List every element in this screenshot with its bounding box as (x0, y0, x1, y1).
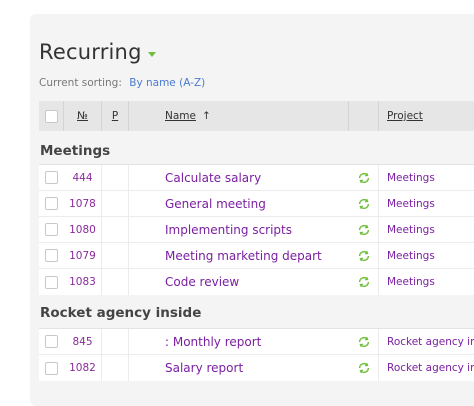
recurring-icon (358, 198, 369, 209)
group-rocket-agency-inside: 845 : Monthly report Rocket agency insid… (39, 328, 474, 381)
row-icon-cell (349, 242, 379, 269)
row-checkbox[interactable] (45, 197, 58, 210)
row-priority (102, 216, 129, 243)
header-name[interactable]: Name ↑ (129, 101, 349, 131)
recurring-icon (358, 336, 369, 347)
row-icon-cell (349, 190, 379, 217)
row-number[interactable]: 1078 (64, 190, 102, 217)
row-name[interactable]: Code review (129, 269, 349, 295)
row-checkbox[interactable] (45, 171, 58, 184)
row-checkbox-cell (39, 217, 64, 243)
row-number[interactable]: 1083 (64, 269, 102, 295)
row-checkbox[interactable] (45, 249, 58, 262)
row-name[interactable]: General meeting (129, 191, 349, 217)
page: Recurring Current sorting: By name (A-Z)… (0, 0, 474, 406)
title-row[interactable]: Recurring (39, 40, 156, 64)
row-number[interactable]: 1079 (64, 242, 102, 269)
current-sorting: Current sorting: By name (A-Z) (39, 77, 205, 89)
row-checkbox[interactable] (45, 223, 58, 236)
row-icon-cell (349, 355, 379, 381)
header-project-label[interactable]: Project (387, 110, 423, 122)
recurring-icon (358, 250, 369, 261)
row-project[interactable]: Meetings (379, 243, 474, 269)
row-priority (102, 355, 129, 381)
row-checkbox-cell (39, 243, 64, 269)
row-name[interactable]: Meeting marketing depart (129, 243, 349, 269)
group-title-rocket-agency-inside: Rocket agency inside (40, 305, 202, 321)
caret-down-icon[interactable] (147, 51, 156, 57)
row-checkbox-cell (39, 269, 64, 295)
row-name[interactable]: Salary report (129, 355, 349, 381)
header-number-label[interactable]: № (77, 110, 88, 122)
row-project[interactable]: Rocket agency inside (379, 355, 474, 381)
header-p[interactable]: P (102, 101, 129, 131)
recurring-icon (358, 224, 369, 235)
row-icon-cell (349, 164, 379, 191)
recurring-icon (358, 362, 369, 374)
row-project[interactable]: Rocket agency inside (379, 329, 474, 355)
row-priority (102, 328, 129, 355)
row-checkbox-cell (39, 355, 64, 381)
header-project[interactable]: Project (379, 101, 474, 131)
header-name-label[interactable]: Name (165, 110, 196, 122)
sorting-label: Current sorting: (39, 77, 122, 89)
row-number[interactable]: 845 (64, 328, 102, 355)
sorting-value-link[interactable]: By name (A-Z) (129, 77, 205, 89)
row-checkbox-cell (39, 329, 64, 355)
table-row[interactable]: 1082 Salary report Rocket agency inside (39, 355, 474, 381)
table-row[interactable]: 1083 Code review Meetings (39, 269, 474, 295)
row-number[interactable]: 1082 (64, 355, 102, 381)
header-select-all-cell (39, 101, 64, 131)
row-checkbox-cell (39, 191, 64, 217)
row-name[interactable]: : Monthly report (129, 329, 349, 355)
table-row[interactable]: 1079 Meeting marketing depart Meetings (39, 242, 474, 269)
table-row[interactable]: 845 : Monthly report Rocket agency insid… (39, 328, 474, 355)
row-icon-cell (349, 269, 379, 295)
row-checkbox[interactable] (45, 361, 58, 375)
header-icon-spacer (349, 101, 379, 131)
row-checkbox-cell (39, 165, 64, 191)
recurring-icon (358, 276, 369, 288)
table-row[interactable]: 1080 Implementing scripts Meetings (39, 216, 474, 243)
table-row[interactable]: 1078 General meeting Meetings (39, 190, 474, 217)
table-row[interactable]: 444 Calculate salary Meetings (39, 164, 474, 191)
table-header: № P Name ↑ Project (39, 101, 474, 131)
header-p-label[interactable]: P (112, 110, 118, 122)
row-icon-cell (349, 328, 379, 355)
row-project[interactable]: Meetings (379, 269, 474, 295)
row-name[interactable]: Calculate salary (129, 165, 349, 191)
header-number[interactable]: № (64, 101, 102, 131)
row-priority (102, 190, 129, 217)
row-name[interactable]: Implementing scripts (129, 217, 349, 243)
row-icon-cell (349, 216, 379, 243)
row-checkbox[interactable] (45, 275, 58, 289)
row-priority (102, 164, 129, 191)
recurring-icon (358, 172, 369, 183)
select-all-checkbox[interactable] (44, 109, 58, 123)
row-project[interactable]: Meetings (379, 191, 474, 217)
sort-arrow-up-icon: ↑ (201, 110, 211, 122)
row-project[interactable]: Meetings (379, 217, 474, 243)
row-project[interactable]: Meetings (379, 165, 474, 191)
row-priority (102, 242, 129, 269)
row-checkbox[interactable] (45, 335, 58, 348)
group-title-meetings: Meetings (40, 143, 111, 159)
group-meetings: 444 Calculate salary Meetings 1078 Gener… (39, 164, 474, 295)
page-title[interactable]: Recurring (39, 40, 142, 64)
row-priority (102, 269, 129, 295)
row-number[interactable]: 444 (64, 164, 102, 191)
row-number[interactable]: 1080 (64, 216, 102, 243)
